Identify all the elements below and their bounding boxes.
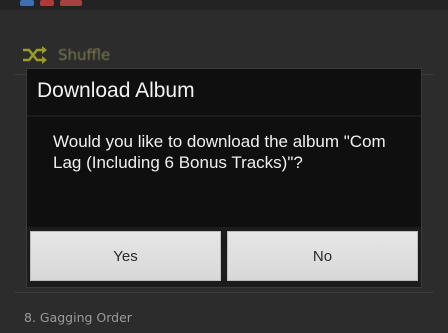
- dialog-title: Download Album: [37, 79, 195, 102]
- status-dot-red: [40, 0, 54, 6]
- status-dot-red-2: [60, 0, 82, 6]
- status-bar: [0, 0, 448, 10]
- shuffle-label: Shuffle: [58, 46, 111, 64]
- list-divider: [14, 292, 434, 293]
- download-album-dialog: Download Album Would you like to downloa…: [27, 69, 421, 287]
- yes-button[interactable]: Yes: [30, 231, 221, 281]
- dialog-title-divider: [27, 115, 421, 117]
- no-button[interactable]: No: [227, 231, 418, 281]
- track-row-8[interactable]: 8. Gagging Order: [24, 310, 132, 325]
- dialog-button-bar: Yes No: [27, 227, 421, 287]
- status-dot-blue: [20, 0, 34, 6]
- shuffle-row[interactable]: Shuffle: [22, 40, 110, 70]
- dialog-message: Would you like to download the album "Co…: [53, 132, 386, 172]
- shuffle-icon: [22, 45, 48, 65]
